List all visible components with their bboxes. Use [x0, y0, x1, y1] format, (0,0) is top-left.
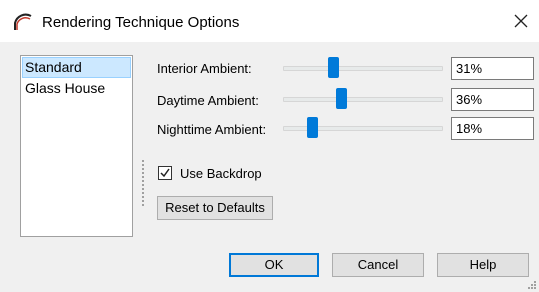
window-title: Rendering Technique Options	[42, 14, 240, 31]
close-icon[interactable]	[512, 12, 530, 30]
daytime-ambient-field[interactable]: 36%	[451, 88, 534, 111]
title-bar: Rendering Technique Options	[0, 0, 539, 42]
daytime-ambient-label: Daytime Ambient:	[157, 93, 259, 108]
help-button[interactable]: Help	[437, 253, 529, 277]
checkmark-icon	[160, 168, 170, 178]
arc-icon	[14, 13, 32, 30]
use-backdrop-label[interactable]: Use Backdrop	[180, 166, 262, 181]
use-backdrop-checkbox[interactable]	[158, 166, 172, 180]
interior-ambient-label: Interior Ambient:	[157, 61, 252, 76]
slider-thumb[interactable]	[306, 117, 318, 138]
nighttime-ambient-label: Nighttime Ambient:	[157, 122, 267, 137]
technique-item-glass-house[interactable]: Glass House	[21, 78, 132, 99]
resize-grip-icon[interactable]	[525, 278, 537, 290]
cancel-button[interactable]: Cancel	[332, 253, 424, 277]
technique-item-standard[interactable]: Standard	[22, 57, 131, 78]
technique-list[interactable]: Standard Glass House	[20, 55, 133, 237]
interior-ambient-field[interactable]: 31%	[451, 57, 534, 80]
splitter-handle[interactable]	[142, 160, 145, 210]
nighttime-ambient-field[interactable]: 18%	[451, 117, 534, 140]
interior-ambient-slider[interactable]	[283, 57, 443, 79]
nighttime-ambient-slider[interactable]	[283, 117, 443, 139]
daytime-ambient-slider[interactable]	[283, 88, 443, 110]
rendering-technique-options-dialog: Rendering Technique Options Standard Gla…	[0, 0, 539, 292]
reset-to-defaults-button[interactable]: Reset to Defaults	[157, 196, 273, 220]
ok-button[interactable]: OK	[229, 253, 319, 277]
slider-thumb[interactable]	[335, 88, 347, 109]
slider-thumb[interactable]	[327, 57, 339, 78]
